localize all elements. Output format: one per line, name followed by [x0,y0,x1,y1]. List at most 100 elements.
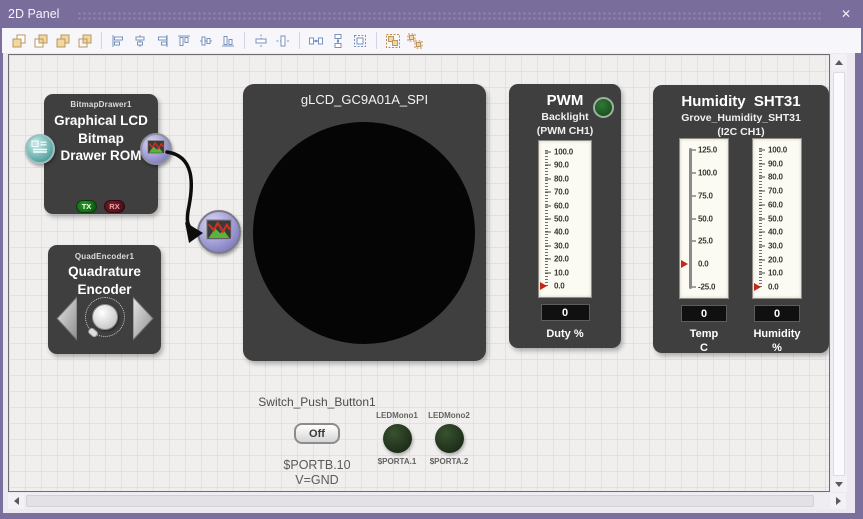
toolbar-separator [244,32,245,49]
horizontal-scroll-thumb[interactable] [26,495,814,507]
align-right-button[interactable] [151,30,173,51]
gauge-tick-label: 0.0 [554,282,565,291]
push-button-voltage-label: V=GND [295,473,338,487]
humidity-subtitle: Grove_Humidity_SHT31 [653,112,829,124]
led-indicator [383,424,412,453]
gauge-tick-label: 60.0 [768,200,783,209]
gauge-tick [692,287,696,288]
send-backward-button[interactable] [74,30,96,51]
gauge-pointer[interactable] [540,282,547,290]
align-bottom-button[interactable] [217,30,239,51]
scroll-down-button[interactable] [831,476,847,492]
toolbar-separator [376,32,377,49]
pwm-duty-gauge[interactable]: 100.090.080.070.060.050.040.030.020.010.… [538,140,592,298]
led-mono-2[interactable]: LEDMono2 $PORTA.2 [421,411,477,466]
align-middle-icon [198,33,214,49]
gauge-tick [759,204,765,205]
align-top-button[interactable] [173,30,195,51]
push-button-group: Switch_Push_Button1 Off $PORTB.10 V=GND [247,395,387,487]
space-across-button[interactable] [305,30,327,51]
gauge-pointer[interactable] [754,283,761,291]
center-horizontal-icon [253,33,269,49]
scroll-right-button[interactable] [830,493,846,509]
encoder-knob[interactable] [92,304,118,330]
temp-value: 0 [681,305,727,322]
scroll-up-button[interactable] [831,54,847,70]
gauge-tick [759,218,765,219]
gauge-pointer[interactable] [681,260,688,268]
bring-forward-button[interactable] [52,30,74,51]
gauge-tick-label: 80.0 [768,173,783,182]
gauge-tick [759,273,765,274]
send-to-back-button[interactable] [30,30,52,51]
bring-to-front-button[interactable] [8,30,30,51]
gauge-tick [545,192,551,193]
toolbar-separator [299,32,300,49]
align-bottom-icon [220,33,236,49]
encoder-right-arrow-button[interactable] [133,296,154,346]
gauge-tick [759,177,765,178]
gauge-tick-label: 90.0 [554,161,569,170]
gauge-tick [692,241,696,242]
gauge-tick [545,232,551,233]
panel-content: BitmapDrawer1 Graphical LCD Bitmap Drawe… [3,53,855,513]
gauge-tick-label: 50.0 [554,215,569,224]
send-to-back-icon [33,33,49,49]
gauge-tick-label: 80.0 [554,174,569,183]
gauge-tick [692,195,696,196]
gauge-tick-label: 70.0 [768,187,783,196]
gauge-tick-label: 100.0 [768,146,787,155]
ungroup-button[interactable] [404,30,426,51]
encoder-left-arrow-button[interactable] [56,296,77,346]
bring-to-front-icon [11,33,27,49]
scroll-up-icon [835,60,843,65]
quad-encoder-block[interactable]: QuadEncoder1 Quadrature Encoder [48,245,161,354]
space-down-icon [330,33,346,49]
gauge-tick-label: 30.0 [768,241,783,250]
led-instance-label: LEDMono2 [428,411,470,420]
same-size-button[interactable] [349,30,371,51]
align-middle-button[interactable] [195,30,217,51]
led-mono-1[interactable]: LEDMono1 $PORTA.1 [369,411,425,466]
gauge-tick [759,232,765,233]
vertical-scrollbar[interactable] [831,54,847,492]
led-port-label: $PORTA.2 [430,457,469,466]
glcd-block[interactable]: gLCD_GC9A01A_SPI [243,84,486,361]
titlebar-gripper[interactable] [77,11,823,20]
gauge-tick [545,219,551,220]
close-icon[interactable]: ✕ [837,5,855,23]
gauge-tick [759,150,765,151]
space-down-button[interactable] [327,30,349,51]
horizontal-scrollbar[interactable] [8,493,846,509]
align-center-button[interactable] [129,30,151,51]
glcd-title: gLCD_GC9A01A_SPI [243,92,486,107]
humidity-name-label: Humidity % [753,327,800,355]
text-source-port[interactable] [25,134,55,164]
humidity-block[interactable]: Humidity SHT31 Grove_Humidity_SHT31 (I2C… [653,85,829,353]
gauge-tick [759,191,765,192]
gauge-tick [545,152,551,153]
temp-gauge[interactable]: 125.0100.075.050.025.00.0-25.0 [679,138,729,299]
panel-canvas[interactable]: BitmapDrawer1 Graphical LCD Bitmap Drawe… [8,54,830,492]
gauge-tick [545,245,551,246]
gauge-tick-label: 100.0 [698,168,717,177]
scroll-left-button[interactable] [8,493,24,509]
image-output-port[interactable] [140,133,172,165]
group-button[interactable] [382,30,404,51]
humidity-channel-label: (I2C CH1) [653,126,829,138]
gauge-tick-label: 50.0 [768,214,783,223]
center-vertical-button[interactable] [272,30,294,51]
gauge-tick-label: 25.0 [698,237,713,246]
gauge-tick-label: 0.0 [768,283,779,292]
center-horizontal-button[interactable] [250,30,272,51]
push-button[interactable]: Off [294,423,340,444]
titlebar[interactable]: 2D Panel ✕ [0,0,863,28]
pwm-unit-label: Duty % [546,327,583,341]
align-left-button[interactable] [107,30,129,51]
quad-encoder-instance-label: QuadEncoder1 [48,252,161,261]
vertical-scroll-thumb[interactable] [833,72,845,476]
image-input-port[interactable] [197,210,241,254]
gauge-tick-label: 10.0 [554,268,569,277]
pwm-block[interactable]: PWM Backlight (PWM CH1) 100.090.080.070.… [509,84,621,348]
humidity-gauge[interactable]: 100.090.080.070.060.050.040.030.020.010.… [752,138,802,299]
